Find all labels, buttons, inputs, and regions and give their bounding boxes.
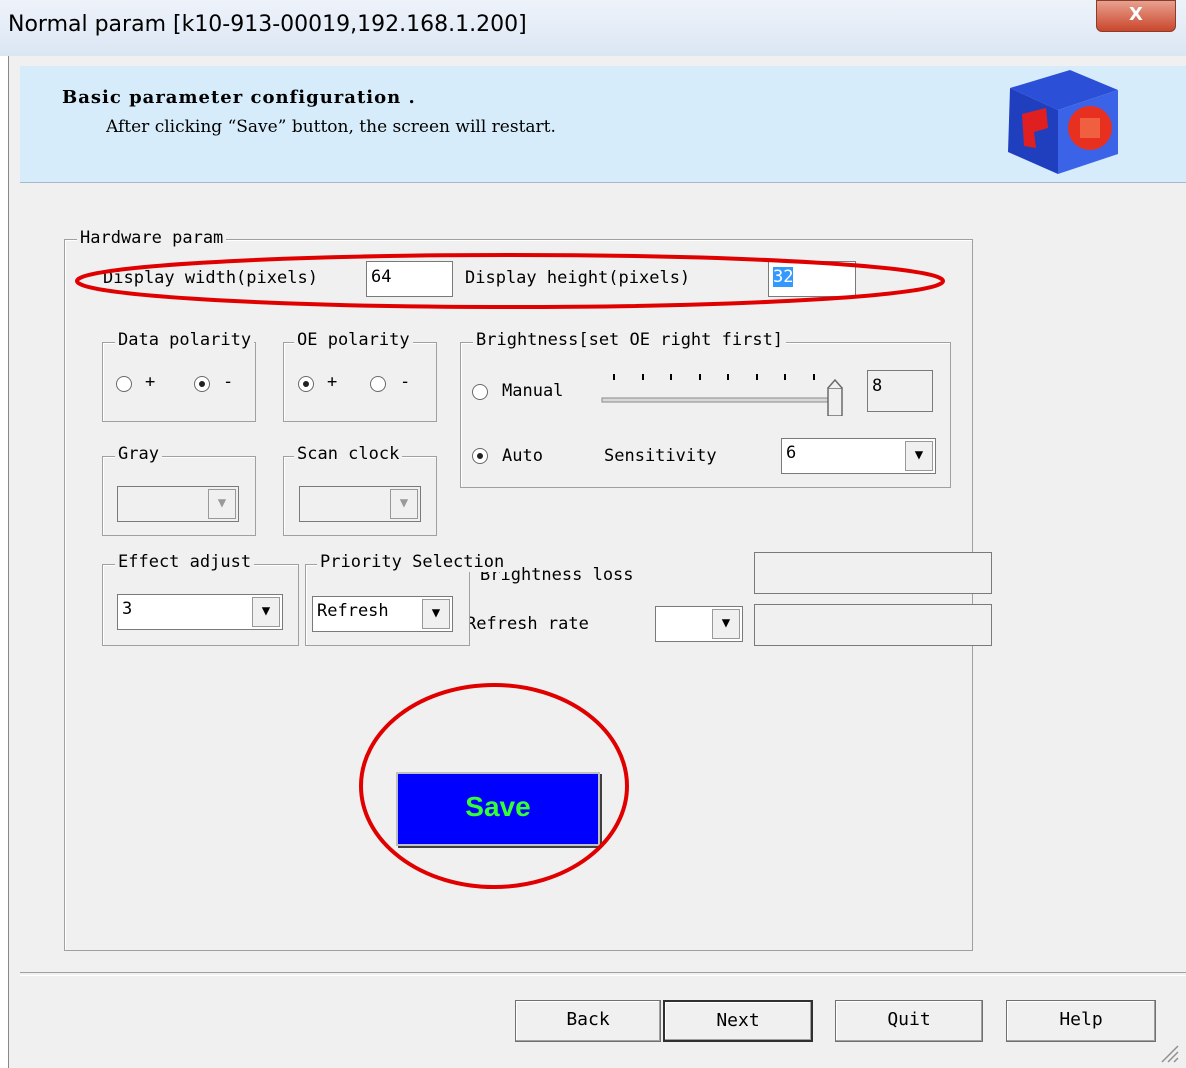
banner-title: Basic parameter configuration .	[62, 87, 416, 108]
close-button[interactable]: X	[1096, 0, 1176, 32]
oe-polarity-legend: OE polarity	[294, 330, 413, 350]
quit-button[interactable]: Quit	[835, 1000, 983, 1042]
oe-polarity-minus-label: -	[400, 372, 411, 392]
brightness-legend: Brightness[set OE right first]	[473, 330, 787, 350]
scan-clock-select[interactable]: ▼	[299, 486, 421, 522]
sensitivity-select[interactable]: 6 ▼	[781, 438, 936, 474]
refresh-rate-select[interactable]: ▼	[655, 606, 743, 642]
chevron-down-icon: ▼	[252, 597, 280, 627]
scan-clock-legend: Scan clock	[294, 444, 403, 464]
brightness-manual-value: 8	[867, 370, 933, 412]
priority-selection-legend: Priority Selection	[317, 552, 508, 572]
refresh-rate-label: Refresh rate	[466, 614, 589, 634]
sensitivity-value: 6	[786, 443, 797, 463]
gray-select[interactable]: ▼	[117, 486, 239, 522]
brightness-auto-label: Auto	[502, 446, 543, 466]
chevron-down-icon: ▼	[422, 599, 450, 629]
effect-adjust-value: 3	[122, 599, 133, 619]
chevron-down-icon: ▼	[390, 489, 418, 519]
hardware-param-legend: Hardware param	[77, 228, 227, 248]
resize-grip-icon[interactable]	[1156, 1040, 1180, 1064]
brightness-slider[interactable]	[600, 372, 850, 417]
data-polarity-plus-label: +	[145, 372, 156, 392]
brightness-manual-label: Manual	[502, 381, 564, 401]
data-polarity-minus-label: -	[223, 372, 234, 392]
footer-divider	[20, 972, 1186, 976]
refresh-rate-field	[754, 604, 992, 646]
effect-adjust-legend: Effect adjust	[115, 552, 255, 572]
help-button[interactable]: Help	[1006, 1000, 1156, 1042]
oe-polarity-minus-radio[interactable]	[370, 376, 386, 392]
next-button[interactable]: Next	[663, 1000, 813, 1042]
chevron-down-icon: ▼	[208, 489, 236, 519]
window-title: Normal param [k10-913-00019,192.168.1.20…	[8, 12, 527, 37]
chevron-down-icon: ▼	[905, 441, 933, 471]
banner-subtitle: After clicking “Save” button, the screen…	[106, 117, 556, 137]
slider-track-icon	[601, 374, 843, 417]
annotation-circle-save	[359, 683, 629, 889]
chevron-down-icon: ▼	[712, 609, 740, 639]
sensitivity-label: Sensitivity	[604, 446, 717, 466]
priority-selection-select[interactable]: Refresh ▼	[312, 596, 453, 632]
oe-polarity-plus-radio[interactable]	[298, 376, 314, 392]
brightness-loss-field	[754, 552, 992, 594]
back-button[interactable]: Back	[515, 1000, 661, 1042]
cube-logo-icon	[1008, 70, 1118, 174]
oe-polarity-plus-label: +	[327, 372, 338, 392]
gray-legend: Gray	[115, 444, 162, 464]
data-polarity-legend: Data polarity	[115, 330, 255, 350]
brightness-auto-radio[interactable]	[472, 448, 488, 464]
effect-adjust-select[interactable]: 3 ▼	[117, 594, 283, 630]
data-polarity-plus-radio[interactable]	[116, 376, 132, 392]
brightness-manual-radio[interactable]	[472, 384, 488, 400]
priority-selection-value: Refresh	[317, 601, 389, 621]
data-polarity-minus-radio[interactable]	[194, 376, 210, 392]
annotation-ellipse-size	[75, 253, 945, 309]
